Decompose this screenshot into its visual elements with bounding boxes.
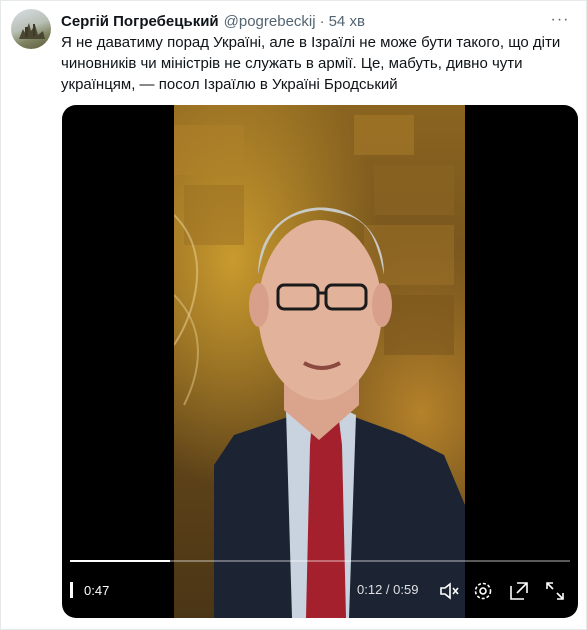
tweet-time[interactable]: 54 хв <box>329 13 365 30</box>
avatar[interactable] <box>11 9 51 49</box>
separator-dot: · <box>319 12 325 30</box>
elapsed-time: 0:47 <box>84 582 110 598</box>
settings-icon[interactable] <box>472 580 494 602</box>
tweet-header: Сергій Погребецький @pogrebeckij · 54 хв <box>61 11 365 31</box>
more-options-icon[interactable]: ··· <box>548 9 572 31</box>
progress-fill <box>70 560 170 562</box>
author-name[interactable]: Сергій Погребецький <box>61 13 219 30</box>
tweet-card[interactable]: Сергій Погребецький @pogrebeckij · 54 хв… <box>0 0 587 630</box>
mute-icon[interactable] <box>438 580 460 602</box>
video-controls: 0:47 0:12 / 0:59 <box>62 558 578 618</box>
playback-control[interactable]: 0:47 <box>70 582 109 598</box>
video-frame <box>174 105 465 618</box>
tweet-text: Я не даватиму порад Україні, але в Ізраї… <box>61 34 561 93</box>
popout-icon[interactable] <box>508 580 530 602</box>
time-display: 0:12 / 0:59 <box>357 582 419 597</box>
fullscreen-icon[interactable] <box>544 580 566 602</box>
author-handle[interactable]: @pogrebeckij <box>224 13 316 30</box>
progress-bar[interactable] <box>70 560 570 562</box>
pause-icon[interactable] <box>70 582 79 598</box>
video-player[interactable]: 0:47 0:12 / 0:59 <box>62 105 578 618</box>
